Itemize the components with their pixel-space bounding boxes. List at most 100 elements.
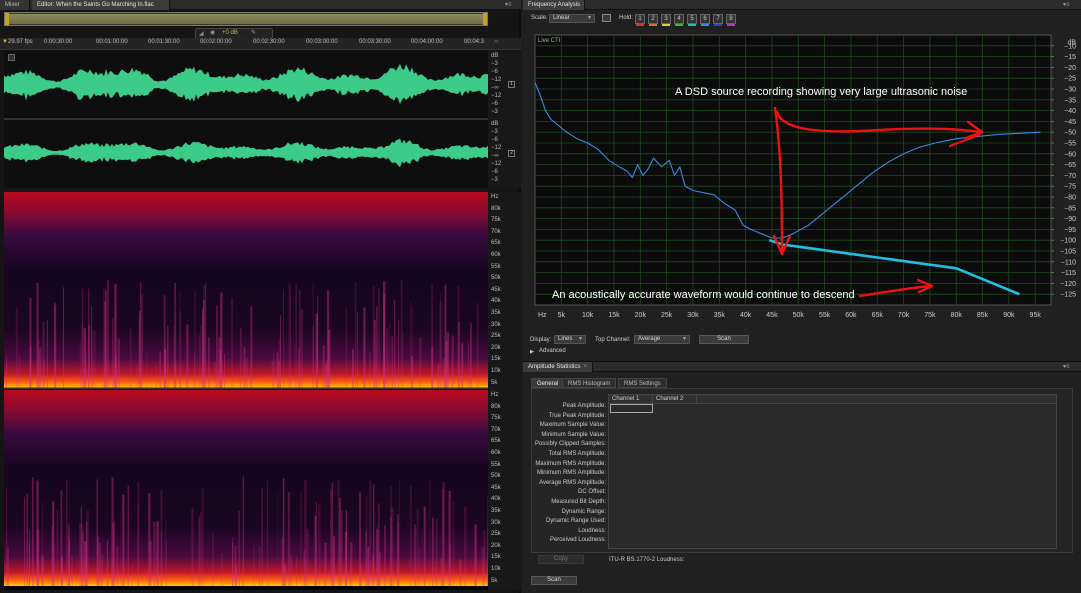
- hold-button-1[interactable]: 1: [635, 14, 645, 26]
- hz-label: Hz: [491, 392, 499, 398]
- y-tick-label: −45: [1064, 119, 1076, 126]
- top-channel-select[interactable]: Average ▼: [634, 335, 690, 344]
- tab-mixer-label: Mixer: [5, 2, 20, 8]
- spectral-streak: [431, 305, 433, 388]
- column-header-channel-2: Channel 2: [653, 395, 697, 404]
- ruler-tick: 00:03:30:00: [359, 39, 391, 45]
- spectral-streak: [86, 509, 89, 586]
- y-tick-label: −85: [1064, 205, 1076, 212]
- time-ruler[interactable]: ▼ 29.97 fps 0:00:30:00 00:01:00:00 00:01…: [0, 38, 521, 50]
- spectral-streak: [36, 529, 40, 586]
- subtab-general[interactable]: General: [531, 378, 565, 388]
- hold-color-swatch: [662, 24, 670, 26]
- hold-button-6[interactable]: 6: [700, 14, 710, 26]
- y-tick-label: −110: [1061, 259, 1076, 266]
- channel-toggle-icon[interactable]: [8, 54, 15, 61]
- display-select[interactable]: Lines ▼: [554, 335, 586, 344]
- spectral-streak: [324, 542, 327, 586]
- hold-button-2[interactable]: 2: [648, 14, 658, 26]
- subtab-rms-settings[interactable]: RMS Settings: [618, 378, 667, 388]
- spectral-streak: [303, 550, 306, 586]
- selected-cell[interactable]: [610, 404, 653, 413]
- hz-label: 30k: [491, 321, 501, 328]
- hold-color-swatch: [701, 24, 709, 26]
- knob-icon[interactable]: ◉: [210, 29, 215, 38]
- spectral-streak: [96, 479, 98, 586]
- x-tick-label: 35k: [714, 312, 726, 319]
- spectral-streak: [331, 482, 333, 586]
- spectral-streak: [112, 318, 114, 388]
- close-icon[interactable]: ×: [583, 2, 584, 8]
- close-icon[interactable]: ×: [583, 364, 587, 370]
- hz-label: 75k: [491, 415, 501, 422]
- advanced-toggle[interactable]: Advanced: [539, 348, 566, 354]
- spectral-streak: [354, 281, 357, 388]
- disclosure-triangle-icon[interactable]: ▶: [530, 349, 534, 355]
- scale-select[interactable]: Linear ▼: [549, 14, 595, 23]
- spectral-streak: [359, 536, 361, 586]
- scale-label: Scale:: [531, 15, 548, 21]
- y-tick-label: −125: [1060, 292, 1076, 299]
- channel-badge[interactable]: 2: [508, 150, 515, 157]
- spectral-streak: [76, 554, 78, 586]
- spectral-streak: [137, 482, 140, 586]
- hold-button-4[interactable]: 4: [674, 14, 684, 26]
- frequency-chart[interactable]: Hz 5k 10k 15k 20k 25k 30k 35k 40k 45k 50k 55k 60k 65k…: [530, 30, 1080, 330]
- hold-button-8[interactable]: 8: [726, 14, 736, 26]
- db-label: −∞: [491, 153, 499, 159]
- spectral-streak: [259, 546, 261, 586]
- spectral-streak: [245, 357, 248, 388]
- hz-label: 35k: [491, 508, 501, 514]
- copy-button[interactable]: Copy: [538, 555, 584, 564]
- overview-left-handle[interactable]: [5, 13, 9, 25]
- spectral-streak: [26, 493, 28, 586]
- stat-row-label: Maximum Sample Value:: [539, 422, 606, 429]
- y-tick-label: −25: [1064, 76, 1076, 83]
- tab-editor[interactable]: Editor: When the Saints Go Marching In.f…: [32, 0, 170, 10]
- db-label: −6: [491, 137, 498, 143]
- snapshot-icon[interactable]: [602, 14, 611, 22]
- headphones-icon[interactable]: ∩: [494, 39, 498, 45]
- tab-frequency-analysis[interactable]: Frequency Analysis×: [523, 0, 585, 10]
- panel-menu-icon[interactable]: ▾≡: [505, 1, 512, 8]
- tab-mixer[interactable]: Mixer: [0, 0, 30, 10]
- x-tick-label: 50k: [793, 312, 805, 319]
- spectral-streak: [396, 513, 399, 586]
- scan-amplitude-button[interactable]: Scan: [531, 576, 577, 585]
- chevron-down-icon: ▼: [578, 336, 583, 342]
- spectral-streak: [199, 325, 202, 388]
- spectral-streak: [290, 295, 291, 388]
- channel-badge[interactable]: 1: [508, 81, 515, 88]
- ruler-tick: 00:02:00:00: [200, 39, 232, 45]
- spectral-streak: [443, 358, 445, 388]
- panel-menu-icon[interactable]: ▾≡: [1063, 1, 1070, 8]
- overview-selection[interactable]: [6, 14, 486, 24]
- panel-menu-icon[interactable]: ▾≡: [1063, 363, 1070, 370]
- spectral-streak: [111, 524, 114, 586]
- spectral-streak: [419, 337, 422, 388]
- hold-button-5[interactable]: 5: [687, 14, 697, 26]
- hz-label: 55k: [491, 461, 501, 468]
- spectral-streak: [341, 510, 343, 586]
- hold-button-7[interactable]: 7: [713, 14, 723, 26]
- spectral-streak: [98, 543, 102, 586]
- scan-frequency-button[interactable]: Scan: [699, 335, 749, 344]
- tab-amplitude-statistics[interactable]: Amplitude Statistics ×: [523, 362, 593, 372]
- overview-zoom-bar[interactable]: [4, 12, 488, 26]
- spectral-streak: [114, 355, 118, 388]
- waveform-display[interactable]: [4, 51, 488, 188]
- x-tick-label: Hz: [538, 312, 547, 319]
- pin-icon[interactable]: ✎: [251, 29, 256, 38]
- spectral-streak: [383, 281, 386, 388]
- y-tick-label: −40: [1064, 108, 1076, 115]
- hold-button-label: 6: [703, 16, 707, 22]
- overview-right-handle[interactable]: [483, 13, 487, 25]
- hold-button-3[interactable]: 3: [661, 14, 671, 26]
- spectral-streak: [299, 290, 301, 388]
- spectral-streak: [410, 301, 412, 388]
- hz-label: 75k: [491, 217, 501, 224]
- hz-label: 10k: [491, 566, 501, 572]
- subtab-rms-histogram[interactable]: RMS Histogram: [562, 378, 617, 388]
- spectral-display[interactable]: [4, 192, 490, 590]
- spectral-streak: [344, 531, 348, 586]
